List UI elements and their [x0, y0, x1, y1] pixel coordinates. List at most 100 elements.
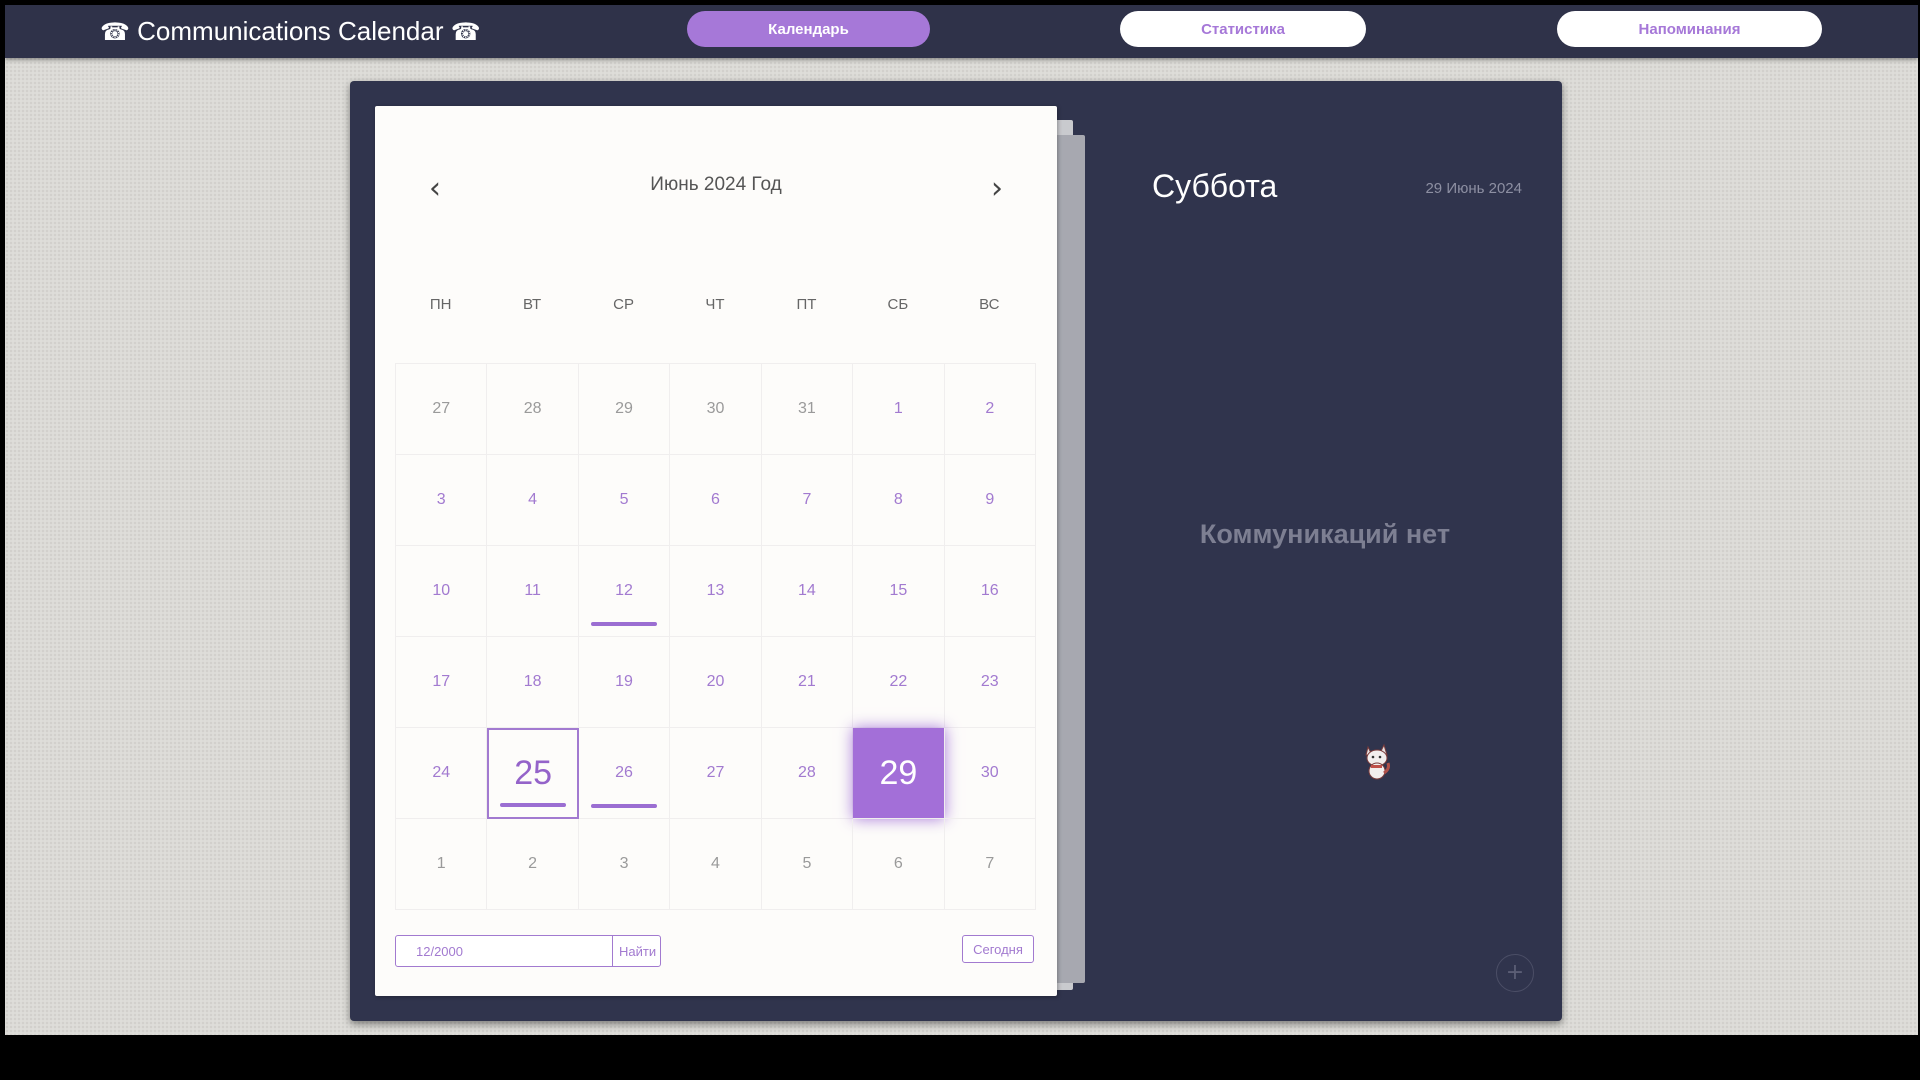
calendar-day-cell[interactable]: 12 — [578, 546, 671, 637]
app-title: ☎ Communications Calendar ☎ — [100, 5, 481, 58]
calendar-day-cell[interactable]: 29 — [578, 364, 671, 455]
today-button[interactable]: Сегодня — [962, 935, 1034, 963]
calendar-day-cell[interactable]: 6 — [670, 455, 762, 546]
calendar-day-cell[interactable]: 8 — [853, 455, 945, 546]
calendar-day-cell[interactable]: 4 — [487, 455, 579, 546]
calendar-day-cell[interactable]: 1 — [853, 364, 945, 455]
calendar-day-number: 4 — [711, 855, 720, 872]
calendar-day-number: 13 — [706, 582, 725, 599]
no-communications-message: Коммуникаций нет — [1199, 519, 1451, 549]
calendar-day-cell[interactable]: 27 — [396, 364, 488, 455]
calendar-day-cell[interactable]: 10 — [396, 546, 488, 637]
calendar-day-cell[interactable]: 30 — [944, 728, 1036, 819]
calendar-day-number: 12 — [615, 582, 633, 599]
date-search: Найти — [395, 935, 661, 967]
calendar-day-number: 29 — [879, 753, 918, 792]
calendar-day-cell[interactable]: 21 — [761, 637, 854, 728]
calendar-day-number: 5 — [802, 855, 812, 872]
calendar-day-cell[interactable]: 7 — [761, 455, 854, 546]
calendar-day-cell[interactable]: 28 — [487, 364, 579, 455]
event-indicator-bar — [591, 622, 658, 626]
calendar-day-number: 1 — [893, 400, 903, 417]
top-navigation-bar: ☎ Communications Calendar ☎ Календарь Ст… — [5, 5, 1918, 58]
weekday-label: ПН — [429, 296, 452, 313]
date-search-input[interactable] — [396, 936, 612, 966]
calendar-day-cell[interactable]: 26 — [578, 728, 671, 819]
plus-icon: + — [1505, 960, 1525, 985]
calendar-day-number: 31 — [798, 400, 816, 417]
calendar-day-cell[interactable]: 28 — [761, 728, 854, 819]
calendar-day-cell[interactable]: 31 — [761, 364, 854, 455]
calendar-day-cell[interactable]: 20 — [670, 637, 762, 728]
chevron-right-icon: › — [991, 171, 1003, 206]
nav-statistics-button[interactable]: Статистика — [1120, 11, 1366, 47]
calendar-day-cell[interactable]: 13 — [670, 546, 762, 637]
calendar-day-number: 25 — [514, 754, 553, 792]
calendar-day-number: 3 — [436, 491, 446, 508]
calendar-day-cell[interactable]: 3 — [578, 819, 671, 910]
calendar-day-number: 8 — [893, 491, 903, 508]
calendar-day-number: 27 — [432, 400, 451, 417]
calendar-day-number: 23 — [980, 673, 999, 690]
calendar-day-cell[interactable]: 5 — [578, 455, 671, 546]
calendar-day-number: 9 — [985, 491, 995, 508]
calendar-day-cell[interactable]: 5 — [761, 819, 854, 910]
calendar-day-number: 4 — [528, 491, 538, 508]
calendar-day-cell[interactable]: 1 — [396, 819, 488, 910]
calendar-day-number: 5 — [619, 491, 629, 508]
calendar-day-number: 7 — [802, 491, 812, 508]
calendar-day-cell[interactable]: 15 — [853, 546, 945, 637]
calendar-day-number: 27 — [706, 764, 725, 781]
weekday-label: ЧТ — [705, 296, 725, 313]
add-communication-button[interactable]: + — [1496, 954, 1534, 992]
calendar-day-cell[interactable]: 6 — [853, 819, 945, 910]
calendar-day-cell[interactable]: 14 — [761, 546, 854, 637]
nav-calendar-button[interactable]: Календарь — [687, 11, 930, 47]
calendar-day-cell[interactable]: 16 — [944, 546, 1036, 637]
calendar-day-number: 18 — [523, 673, 542, 690]
calendar-day-cell[interactable]: 29 — [853, 728, 945, 819]
calendar-day-cell[interactable]: 9 — [944, 455, 1036, 546]
calendar-day-cell[interactable]: 11 — [487, 546, 579, 637]
calendar-day-cell[interactable]: 23 — [944, 637, 1036, 728]
nav-reminders-button[interactable]: Напоминания — [1557, 11, 1822, 47]
calendar-day-number: 19 — [615, 673, 633, 690]
calendar-day-number: 21 — [798, 673, 816, 690]
event-indicator-bar — [591, 804, 658, 808]
weekday-label: ПТ — [796, 296, 817, 313]
calendar-day-cell[interactable]: 4 — [670, 819, 762, 910]
calendar-day-number: 6 — [711, 491, 720, 508]
calendar-day-number: 28 — [798, 764, 816, 781]
selected-date: 29 Июнь 2024 — [1425, 180, 1522, 197]
calendar-day-number: 24 — [432, 764, 451, 781]
calendar-day-number: 11 — [524, 582, 541, 599]
find-button[interactable]: Найти — [612, 936, 662, 966]
calendar-day-number: 1 — [436, 855, 446, 872]
calendar-day-cell[interactable]: 2 — [487, 819, 579, 910]
calendar-day-number: 15 — [889, 582, 908, 599]
calendar-day-cell[interactable]: 22 — [853, 637, 945, 728]
calendar-day-number: 30 — [706, 400, 725, 417]
calendar-day-cell[interactable]: 24 — [396, 728, 488, 819]
event-indicator-bar — [500, 803, 567, 807]
telephone-icon: ☎ — [100, 18, 130, 46]
calendar-day-number: 17 — [432, 673, 451, 690]
weekday-header: ПН ВТ СР ЧТ ПТ СБ ВС — [395, 296, 1035, 326]
calendar-day-number: 2 — [528, 855, 538, 872]
calendar-day-cell[interactable]: 18 — [487, 637, 579, 728]
calendar-day-cell[interactable]: 17 — [396, 637, 488, 728]
calendar-day-cell[interactable]: 30 — [670, 364, 762, 455]
calendar-day-cell[interactable]: 25 — [487, 728, 579, 819]
calendar-day-cell[interactable]: 19 — [578, 637, 671, 728]
next-month-button[interactable]: › — [979, 171, 1015, 207]
calendar-day-number: 7 — [985, 855, 995, 872]
calendar-day-number: 29 — [615, 400, 633, 417]
weekday-label: СБ — [887, 296, 909, 313]
calendar-day-cell[interactable]: 7 — [944, 819, 1036, 910]
calendar-day-cell[interactable]: 2 — [944, 364, 1036, 455]
calendar-day-number: 3 — [619, 855, 629, 872]
calendar-day-number: 10 — [432, 582, 451, 599]
calendar-day-cell[interactable]: 27 — [670, 728, 762, 819]
calendar-day-number: 14 — [798, 582, 816, 599]
calendar-day-cell[interactable]: 3 — [396, 455, 488, 546]
